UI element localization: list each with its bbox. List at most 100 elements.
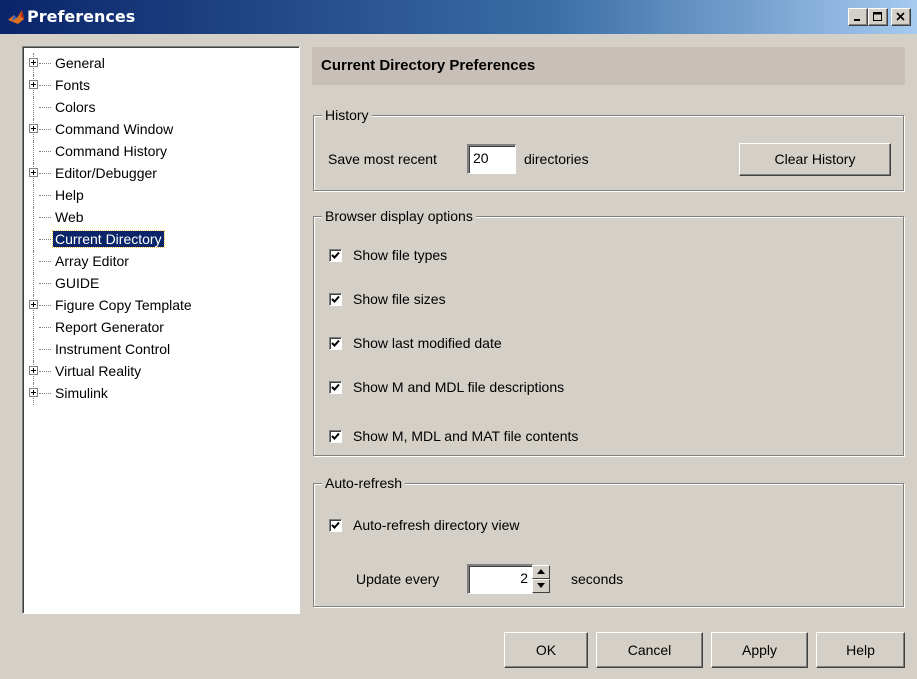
preferences-window: Preferences General Fonts Colors Command Wi… <box>0 0 917 679</box>
tree-item[interactable]: Current Directory <box>29 229 194 251</box>
tree-connector-line <box>33 185 34 207</box>
tree-item[interactable]: Command Window <box>29 119 194 141</box>
browser-option-label: Show file types <box>353 247 448 263</box>
browser-option-checkbox[interactable] <box>329 381 342 394</box>
tree-item-label: Fonts <box>55 77 91 93</box>
auto-refresh-checkbox[interactable] <box>329 519 342 532</box>
tree-item[interactable]: Web <box>29 207 194 229</box>
auto-refresh-legend: Auto-refresh <box>322 474 406 492</box>
checkmark-icon <box>331 432 340 440</box>
tree-connector-line <box>33 273 34 295</box>
auto-refresh-group: Auto-refresh <box>313 474 904 607</box>
tree-connector-dots <box>39 349 51 350</box>
tree-connector-dots <box>39 63 51 64</box>
tree-item-label: Web <box>55 209 84 225</box>
checkmark-icon <box>331 251 340 259</box>
tree-item[interactable]: Simulink <box>29 383 194 405</box>
save-recent-label: Save most recent <box>328 151 437 167</box>
tree-connector-dots <box>39 195 51 196</box>
browser-option-label: Show last modified date <box>353 335 502 351</box>
cancel-button[interactable]: Cancel <box>596 632 703 668</box>
clear-history-button[interactable]: Clear History <box>739 143 891 176</box>
seconds-label: seconds <box>571 571 624 587</box>
tree-item[interactable]: Instrument Control <box>29 339 194 361</box>
expand-icon[interactable] <box>29 124 38 133</box>
tree-connector-line <box>33 251 34 273</box>
tree-item-label: Array Editor <box>55 253 129 269</box>
tree-item[interactable]: Help <box>29 185 194 207</box>
tree-item[interactable]: Fonts <box>29 75 194 97</box>
tree-item[interactable]: Report Generator <box>29 317 194 339</box>
title-bar[interactable]: Preferences <box>0 0 917 34</box>
apply-button[interactable]: Apply <box>711 632 808 668</box>
expand-icon[interactable] <box>29 58 38 67</box>
spin-up-button[interactable] <box>532 565 550 579</box>
tree-item-label: Help <box>55 187 84 203</box>
tree-connector-dots <box>39 305 51 306</box>
tree-item[interactable]: Command History <box>29 141 194 163</box>
tree-connector-line <box>33 229 34 251</box>
tree-connector-line <box>33 339 34 361</box>
browser-option-checkbox[interactable] <box>329 337 342 350</box>
tree-item-label: Current Directory <box>52 230 165 248</box>
browser-option-checkbox[interactable] <box>329 293 342 306</box>
tree-connector-line <box>33 207 34 229</box>
section-title: Current Directory Preferences <box>321 57 536 74</box>
tree-item-label: Instrument Control <box>55 341 171 357</box>
preferences-tree[interactable]: General Fonts Colors Command Window Command … <box>22 46 300 614</box>
browser-option-label: Show file sizes <box>353 291 446 307</box>
tree-item-label: GUIDE <box>55 275 100 291</box>
tree-item-label: Simulink <box>55 385 108 401</box>
browser-option-checkbox[interactable] <box>329 430 342 443</box>
tree-connector-line <box>33 141 34 163</box>
checkmark-icon <box>331 295 340 303</box>
update-every-label: Update every <box>356 571 440 587</box>
tree-item-label: Command History <box>55 143 168 159</box>
tree-item-label: Editor/Debugger <box>55 165 157 181</box>
tree-item-label: Report Generator <box>55 319 164 335</box>
tree-connector-dots <box>39 173 51 174</box>
help-button[interactable]: Help <box>816 632 905 668</box>
tree-item-label: Colors <box>55 99 96 115</box>
tree-item[interactable]: Colors <box>29 97 194 119</box>
update-interval-input[interactable]: 2 <box>467 564 533 594</box>
tree-item[interactable]: GUIDE <box>29 273 194 295</box>
history-count-input[interactable]: 20 <box>467 144 516 174</box>
browser-option-label: Show M and MDL file descriptions <box>353 379 565 395</box>
minimize-button[interactable] <box>848 8 868 26</box>
expand-icon[interactable] <box>29 388 38 397</box>
checkmark-icon <box>331 339 340 347</box>
tree-connector-dots <box>39 239 51 240</box>
tree-connector-dots <box>39 151 51 152</box>
arrow-up-icon <box>537 569 545 574</box>
tree-item[interactable]: General <box>29 53 194 75</box>
window-title: Preferences <box>27 7 136 26</box>
close-button[interactable] <box>891 8 911 26</box>
directories-label: directories <box>524 151 589 167</box>
ok-button[interactable]: OK <box>504 632 588 668</box>
tree-item[interactable]: Figure Copy Template <box>29 295 194 317</box>
browser-options-legend: Browser display options <box>322 207 476 225</box>
spin-down-button[interactable] <box>532 579 550 593</box>
expand-icon[interactable] <box>29 168 38 177</box>
tree-item-label: Command Window <box>55 121 174 137</box>
expand-icon[interactable] <box>29 300 38 309</box>
checkmark-icon <box>331 383 340 391</box>
expand-icon[interactable] <box>29 366 38 375</box>
tree-item[interactable]: Virtual Reality <box>29 361 194 383</box>
matlab-logo-icon <box>6 7 26 27</box>
tree-connector-dots <box>39 261 51 262</box>
tree-connector-dots <box>39 129 51 130</box>
tree-item-label: Virtual Reality <box>55 363 142 379</box>
tree-item[interactable]: Array Editor <box>29 251 194 273</box>
section-header: Current Directory Preferences <box>312 47 905 85</box>
tree-connector-line <box>33 97 34 119</box>
tree-connector-dots <box>39 85 51 86</box>
browser-option-checkbox[interactable] <box>329 249 342 262</box>
maximize-button[interactable] <box>868 8 888 26</box>
tree-item[interactable]: Editor/Debugger <box>29 163 194 185</box>
history-legend: History <box>322 106 372 124</box>
tree-item-label: General <box>55 55 105 71</box>
tree-connector-dots <box>39 393 51 394</box>
expand-icon[interactable] <box>29 80 38 89</box>
